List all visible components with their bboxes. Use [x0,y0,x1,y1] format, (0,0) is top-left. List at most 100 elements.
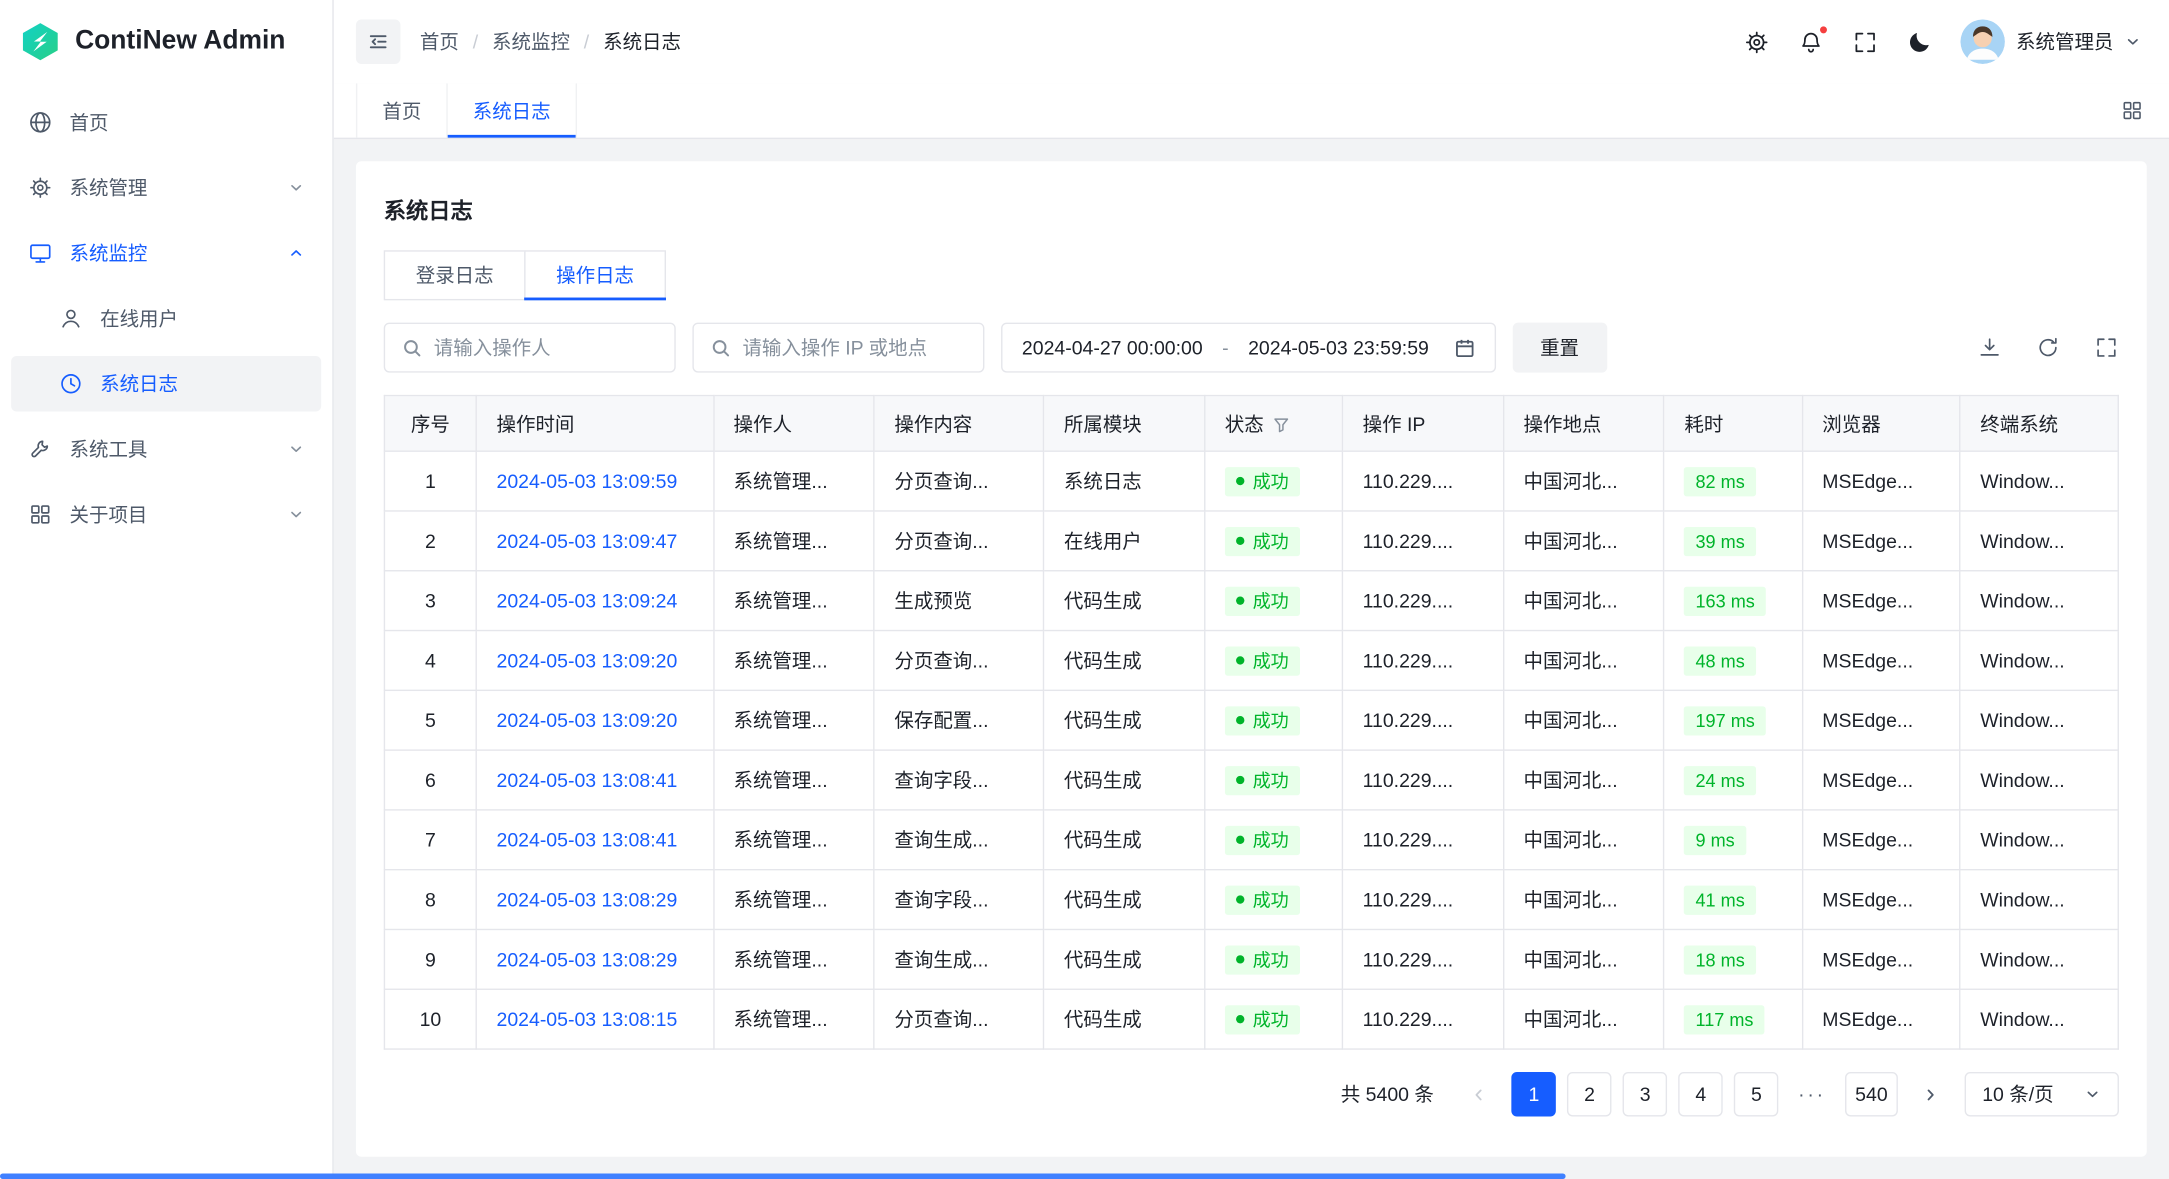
horizontal-scrollbar[interactable] [0,1173,1566,1179]
sidebar-item-system-monitor[interactable]: 系统监控 [11,225,321,281]
pagination-total: 共 5400 条 [1341,1080,1434,1108]
table-row[interactable]: 6 2024-05-03 13:08:41 系统管理... 查询字段... 代码… [384,750,2118,810]
moon-icon[interactable] [1906,29,1932,55]
download-icon[interactable] [1977,335,2002,360]
pagination-ellipsis[interactable]: ··· [1790,1072,1834,1116]
cell-content: 分页查询... [874,451,1043,511]
time-link[interactable]: 2024-05-03 13:09:20 [497,649,678,671]
sidebar-collapse-button[interactable] [356,19,400,63]
pagination-page-button[interactable]: 5 [1734,1072,1778,1116]
breadcrumb-item[interactable]: 系统监控 [492,28,570,56]
cell-index: 10 [384,989,476,1049]
page-content: 系统日志 登录日志 操作日志 [334,139,2169,1179]
cell-browser: MSEdge... [1802,690,1960,750]
status-badge: 成功 [1225,825,1300,854]
table-row[interactable]: 4 2024-05-03 13:09:20 系统管理... 分页查询... 代码… [384,631,2118,691]
time-link[interactable]: 2024-05-03 13:08:15 [497,1008,678,1030]
sidebar-item-label: 首页 [70,108,305,136]
table-row[interactable]: 9 2024-05-03 13:08:29 系统管理... 查询生成... 代码… [384,929,2118,989]
pagination-page-button[interactable]: 2 [1567,1072,1611,1116]
cell-os: Window... [1960,690,2118,750]
cell-operator: 系统管理... [713,690,874,750]
app-logo[interactable]: ContiNew Admin [0,0,332,83]
column-header: 终端系统 [1960,396,2118,452]
pagination: 共 5400 条 12345 ···540 10 条/页 [384,1072,2119,1116]
ip-search-input[interactable] [742,336,966,358]
sidebar-item-system-tools[interactable]: 系统工具 [11,421,321,477]
cell-duration: 39 ms [1664,511,1802,571]
breadcrumb-item[interactable]: 首页 [420,28,459,56]
page-size-select[interactable]: 10 条/页 [1964,1072,2119,1116]
status-dot [1236,895,1244,903]
cell-ip: 110.229.... [1342,511,1503,571]
cell-duration: 197 ms [1664,690,1802,750]
reset-button[interactable]: 重置 [1512,323,1607,373]
table-header-row: 序号操作时间操作人操作内容所属模块状态操作 IP操作地点耗时浏览器终端系统 [384,396,2118,452]
breadcrumb-item[interactable]: 系统日志 [603,28,681,56]
table-row[interactable]: 7 2024-05-03 13:08:41 系统管理... 查询生成... 代码… [384,810,2118,870]
pagination-page-button[interactable]: 540 [1845,1072,1897,1116]
settings-gear-icon[interactable] [1744,29,1770,55]
time-link[interactable]: 2024-05-03 13:09:59 [497,470,678,492]
time-link[interactable]: 2024-05-03 13:08:41 [497,829,678,851]
cell-duration: 24 ms [1664,750,1802,810]
cell-time: 2024-05-03 13:09:20 [476,690,713,750]
table-row[interactable]: 3 2024-05-03 13:09:24 系统管理... 生成预览 代码生成 … [384,571,2118,631]
cell-ip: 110.229.... [1342,451,1503,511]
tab-login-logs[interactable]: 登录日志 [384,250,526,300]
bell-icon[interactable] [1798,29,1824,55]
cell-status: 成功 [1205,511,1343,571]
pagination-next-button[interactable] [1908,1072,1952,1116]
status-dot [1236,955,1244,963]
sidebar-item-label: 系统管理 [70,174,272,202]
cell-location: 中国河北... [1503,870,1664,930]
time-link[interactable]: 2024-05-03 13:08:29 [497,948,678,970]
expand-icon[interactable] [2094,335,2119,360]
fullscreen-icon[interactable] [1852,29,1878,55]
time-link[interactable]: 2024-05-03 13:09:47 [497,530,678,552]
table-row[interactable]: 8 2024-05-03 13:08:29 系统管理... 查询字段... 代码… [384,870,2118,930]
sidebar-item-system-management[interactable]: 系统管理 [11,160,321,216]
operator-search-input[interactable] [434,336,658,358]
chevron-down-icon [288,506,305,523]
cell-operator: 系统管理... [713,750,874,810]
tab-operation-logs[interactable]: 操作日志 [524,250,666,300]
filter-icon[interactable] [1272,415,1290,433]
sidebar-item-about-project[interactable]: 关于项目 [11,487,321,543]
refresh-icon[interactable] [2036,335,2061,360]
chevron-up-icon [288,245,305,262]
table-row[interactable]: 5 2024-05-03 13:09:20 系统管理... 保存配置... 代码… [384,690,2118,750]
tab-system-logs[interactable]: 系统日志 [448,83,577,137]
table-row[interactable]: 2 2024-05-03 13:09:47 系统管理... 分页查询... 在线… [384,511,2118,571]
tab-home[interactable]: 首页 [356,83,448,137]
duration-badge: 18 ms [1684,945,1755,974]
pagination-page-button[interactable]: 4 [1679,1072,1723,1116]
table-row[interactable]: 1 2024-05-03 13:09:59 系统管理... 分页查询... 系统… [384,451,2118,511]
chevron-right-icon [1922,1085,1940,1103]
time-link[interactable]: 2024-05-03 13:08:41 [497,769,678,791]
sidebar-item-system-logs[interactable]: 系统日志 [11,356,321,412]
time-link[interactable]: 2024-05-03 13:08:29 [497,888,678,910]
cell-browser: MSEdge... [1802,511,1960,571]
cell-duration: 18 ms [1664,929,1802,989]
cell-location: 中国河北... [1503,750,1664,810]
date-range-picker[interactable]: 2024-04-27 00:00:00 - 2024-05-03 23:59:5… [1001,323,1496,373]
table-row[interactable]: 10 2024-05-03 13:08:15 系统管理... 分页查询... 代… [384,989,2118,1049]
app-logo-icon [19,21,61,63]
pagination-page-button[interactable]: 3 [1623,1072,1667,1116]
sidebar-item-online-users[interactable]: 在线用户 [11,291,321,347]
sidebar-item-home[interactable]: 首页 [11,95,321,151]
cell-module: 在线用户 [1044,511,1205,571]
time-link[interactable]: 2024-05-03 13:09:24 [497,590,678,612]
cell-module: 代码生成 [1044,810,1205,870]
cell-operator: 系统管理... [713,810,874,870]
user-menu[interactable]: 系统管理员 [1960,19,2141,63]
cell-os: Window... [1960,631,2118,691]
cell-time: 2024-05-03 13:08:29 [476,929,713,989]
pagination-page-button[interactable]: 1 [1512,1072,1556,1116]
date-range-end: 2024-05-03 23:59:59 [1248,336,1429,358]
tab-actions-button[interactable] [2120,83,2169,137]
time-link[interactable]: 2024-05-03 13:09:20 [497,709,678,731]
pagination-prev-button[interactable] [1456,1072,1500,1116]
duration-badge: 82 ms [1684,466,1755,495]
